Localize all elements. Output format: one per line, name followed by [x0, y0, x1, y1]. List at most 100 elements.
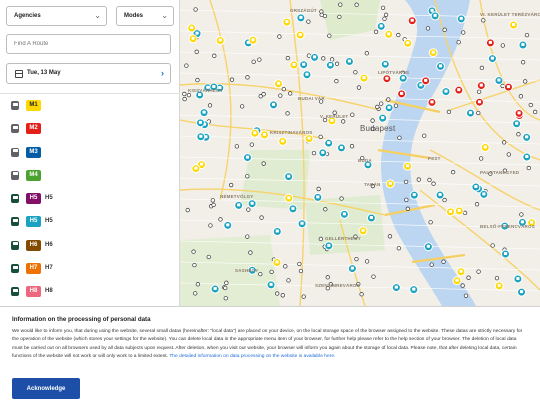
stop-marker	[476, 110, 481, 116]
bus-marker-icon-glyph	[381, 116, 385, 120]
route-item[interactable]: M3	[0, 143, 180, 166]
bus-marker-icon-glyph	[199, 134, 203, 138]
stop-marker	[283, 264, 288, 269]
sidebar: Agencies ⌄ Modes ⌄ Tue, 13 May › M1 M2 M3 M…	[0, 0, 180, 306]
stop-marker	[229, 77, 235, 82]
bus-marker-icon-glyph	[387, 105, 391, 109]
map-view[interactable]: ORSZÁGÚT VI. KERÜLET TERÉZVÁROS LIPÓTVÁROS…	[180, 0, 540, 306]
route-item[interactable]: H5 H5	[0, 212, 180, 235]
route-badge: H5	[26, 216, 41, 228]
bus-marker-icon-glyph	[383, 62, 387, 66]
trolleybus-marker-icon-glyph	[385, 76, 389, 80]
place-label: BELSŐ-FERENCVÁROS	[480, 224, 535, 229]
tram-marker-icon-glyph	[275, 260, 279, 264]
stop-marker	[297, 261, 302, 267]
bus-marker-icon-glyph	[342, 212, 346, 216]
stop-marker	[422, 133, 427, 138]
bus-marker-icon-glyph	[459, 16, 463, 20]
tram-marker-icon-glyph	[190, 26, 194, 30]
stop-marker	[182, 96, 187, 102]
tram-marker-icon-glyph	[388, 181, 392, 185]
stop-marker	[397, 135, 402, 140]
stop-marker	[462, 210, 468, 216]
modes-dropdown[interactable]: Modes ⌄	[116, 6, 174, 26]
tram-marker-icon-glyph	[406, 41, 410, 45]
trolleybus-marker-icon-glyph	[477, 100, 482, 104]
agencies-dropdown[interactable]: Agencies ⌄	[6, 6, 107, 26]
park-area	[305, 195, 385, 255]
route-item[interactable]: M1	[0, 96, 180, 119]
stop-marker	[382, 16, 387, 21]
route-item[interactable]: M2	[0, 119, 180, 142]
stop-marker	[500, 83, 505, 89]
map-canvas[interactable]	[180, 0, 540, 306]
stop-marker	[334, 79, 339, 84]
stop-marker	[425, 26, 431, 31]
stop-marker	[207, 103, 213, 108]
stop-marker	[288, 91, 293, 96]
date-selector[interactable]: Tue, 13 May ›	[6, 63, 171, 84]
tram-marker-icon-glyph	[262, 132, 267, 136]
chevron-right-icon[interactable]: ›	[161, 64, 164, 83]
route-item[interactable]: H6 H6	[0, 236, 180, 259]
bus-marker-icon-glyph	[401, 76, 405, 80]
acknowledge-button[interactable]: Acknowledge	[12, 378, 80, 399]
bus-marker-icon-glyph	[291, 206, 295, 210]
place-label: BUDA	[358, 158, 372, 163]
stop-marker	[533, 109, 538, 115]
bus-marker-icon-glyph	[430, 8, 434, 12]
bus-marker-icon-glyph	[525, 155, 529, 159]
route-item[interactable]: H8 H8	[0, 282, 180, 305]
data-processing-link[interactable]: The detailed information on data process…	[169, 354, 335, 359]
stop-marker	[427, 177, 432, 183]
bus-marker-icon-glyph	[474, 185, 478, 189]
train-icon	[11, 194, 19, 204]
stop-marker	[186, 92, 192, 98]
trolleybus-marker-icon-glyph	[517, 111, 521, 115]
bus-marker-icon-glyph	[327, 243, 331, 247]
route-badge: M2	[26, 123, 41, 135]
metro-icon	[11, 124, 19, 134]
stop-marker	[442, 27, 447, 32]
bus-marker-icon-glyph	[515, 121, 519, 125]
route-list: M1 M2 M3 M4 H5 H5 H5 H5 H6 H6 H7 H7 H8 H8	[0, 96, 180, 306]
stop-marker	[506, 152, 511, 157]
tram-marker-icon-glyph	[194, 166, 198, 170]
bus-marker-icon-glyph	[305, 72, 309, 76]
stop-marker	[281, 86, 286, 92]
stop-marker	[403, 179, 409, 185]
tram-marker-icon-glyph	[497, 283, 501, 287]
stop-marker	[184, 63, 189, 68]
bus-marker-icon-glyph	[339, 145, 344, 149]
stop-marker	[396, 246, 401, 251]
stop-marker	[339, 196, 344, 201]
stop-marker	[386, 97, 391, 102]
stop-marker	[195, 282, 201, 287]
bus-marker-icon-glyph	[366, 162, 370, 166]
route-item[interactable]: H5 H5	[0, 189, 180, 212]
trolleybus-marker-icon-glyph	[488, 40, 492, 44]
stop-marker	[334, 61, 340, 66]
route-search-input[interactable]	[6, 34, 171, 54]
bus-marker-icon-glyph	[245, 155, 250, 159]
route-badge: M3	[26, 146, 41, 158]
stop-marker	[327, 33, 332, 38]
date-label: Tue, 13 May	[27, 70, 61, 76]
stop-marker	[306, 19, 311, 24]
stop-marker	[460, 283, 465, 288]
bus-marker-icon-glyph	[237, 203, 241, 207]
stop-marker	[329, 57, 335, 62]
street	[180, 51, 540, 61]
stop-marker	[234, 144, 239, 149]
bus-marker-icon-glyph	[198, 120, 203, 124]
stop-marker	[364, 259, 370, 264]
route-item[interactable]: M4	[0, 166, 180, 189]
stop-marker	[379, 101, 384, 106]
route-name: H7	[45, 265, 53, 272]
route-item[interactable]: H7 H7	[0, 259, 180, 282]
place-label: BUDAI VÁR	[298, 96, 325, 101]
stop-marker	[350, 112, 355, 117]
stop-marker	[405, 206, 410, 211]
place-label: NÉMETVÖLGY	[220, 194, 254, 199]
stop-marker	[373, 29, 379, 34]
